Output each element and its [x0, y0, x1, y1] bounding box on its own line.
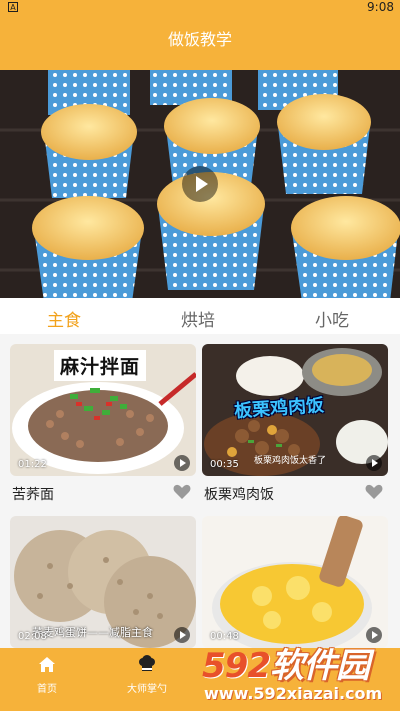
recipe-thumbnail[interactable]: 荞麦鸡蛋饼——减脂主食 02:08: [10, 516, 196, 648]
tab-baking[interactable]: 烘培: [148, 306, 248, 331]
play-icon: [174, 455, 190, 471]
tabbar-master-chef[interactable]: 大师掌勺: [112, 654, 182, 695]
status-time: 9:08: [367, 0, 394, 14]
recipe-card[interactable]: 荞麦鸡蛋饼——减脂主食 02:08: [10, 516, 196, 648]
title-bar: 做饭教学: [0, 16, 400, 70]
watermark-brand: 592软件园: [202, 638, 370, 687]
chef-hat-icon: [139, 655, 155, 671]
watermark-brand-text: 软件园: [269, 646, 370, 686]
play-icon: [174, 627, 190, 643]
tab-label: 主食: [47, 311, 81, 331]
duration-label: 02:08: [18, 631, 47, 642]
page-title: 做饭教学: [167, 30, 232, 49]
tab-staple[interactable]: 主食: [14, 306, 114, 340]
tab-label: 烘培: [181, 311, 215, 331]
overlay-subtitle: 板栗鸡肉饭太香了: [254, 456, 327, 466]
tab-snacks[interactable]: 小吃: [282, 306, 382, 331]
hero-video[interactable]: [0, 70, 400, 298]
tabbar-label: 大师掌勺: [127, 684, 167, 695]
mashed-pumpkin-image: [202, 516, 388, 648]
tabbar-home[interactable]: 首页: [12, 654, 82, 695]
recipe-card[interactable]: 板栗鸡肉饭 板栗鸡肉饭太香了 00:35 板栗鸡肉饭: [202, 344, 388, 503]
play-button[interactable]: [182, 166, 218, 202]
watermark-brand-number: 592: [202, 646, 271, 686]
home-icon: [39, 657, 55, 672]
recipe-thumbnail[interactable]: 00:48: [202, 516, 388, 648]
watermark-url: www.592xiazai.com: [204, 684, 383, 703]
favorite-heart-icon[interactable]: [364, 482, 384, 502]
duration-label: 01:22: [18, 459, 47, 470]
overlay-title: 麻汁拌面: [54, 350, 147, 381]
recipe-thumbnail[interactable]: 麻汁拌面 01:22: [10, 344, 196, 476]
duration-label: 00:35: [210, 459, 239, 470]
recipe-thumbnail[interactable]: 板栗鸡肉饭 板栗鸡肉饭太香了 00:35: [202, 344, 388, 476]
tab-label: 小吃: [315, 311, 349, 331]
play-icon: [196, 176, 208, 192]
tabbar-label: 首页: [37, 684, 57, 695]
overlay-subtitle: 荞麦鸡蛋饼——减脂主食: [32, 626, 153, 639]
app-notification-icon: A: [8, 2, 18, 12]
favorite-heart-icon[interactable]: [172, 482, 192, 502]
recipe-card[interactable]: 麻汁拌面 01:22 苦荞面: [10, 344, 196, 503]
watermark-logo: 592软件园 www.592xiazai.com: [198, 636, 400, 711]
recipe-title: 苦荞面: [12, 487, 54, 503]
recipe-grid: 麻汁拌面 01:22 苦荞面 板栗鸡肉饭 板栗鸡肉饭太香了 00:35 板栗鸡肉…: [0, 334, 400, 648]
play-icon: [366, 455, 382, 471]
status-bar: A 9:08: [0, 0, 400, 16]
recipe-card[interactable]: 00:48: [202, 516, 388, 648]
recipe-title: 板栗鸡肉饭: [204, 487, 274, 503]
